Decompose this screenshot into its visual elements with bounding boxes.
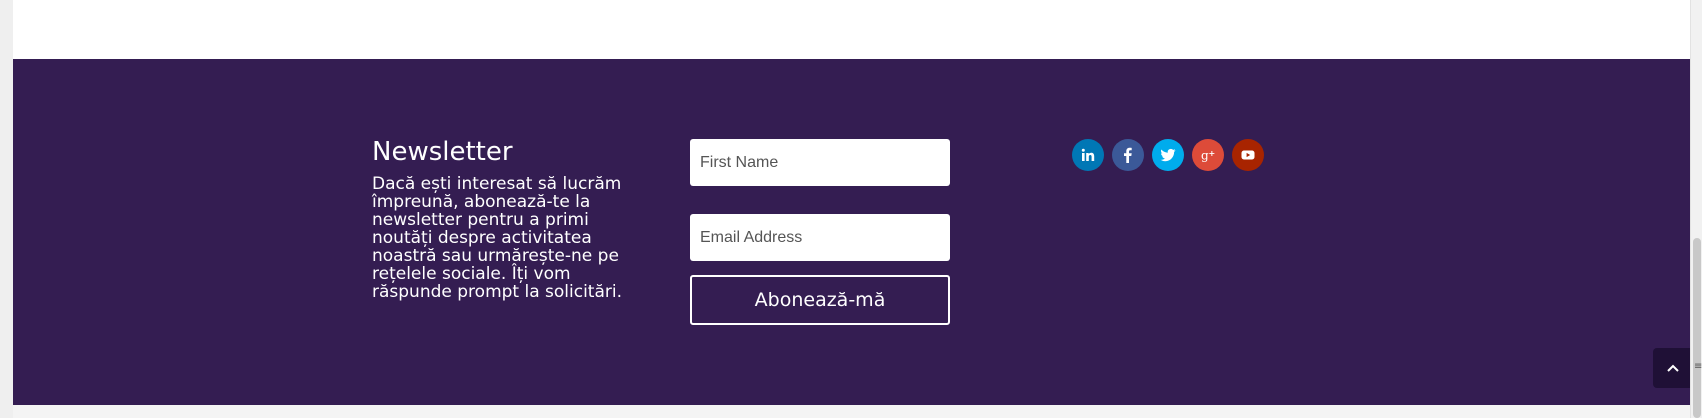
content-area [13,0,1690,59]
back-to-top-button[interactable] [1653,348,1693,388]
google-plus-icon[interactable]: g + [1192,139,1224,171]
page-scrollbar[interactable] [1690,0,1702,418]
svg-text:+: + [1209,149,1216,158]
left-gutter [0,0,13,418]
linkedin-icon[interactable] [1072,139,1104,171]
first-name-input[interactable] [690,139,950,186]
twitter-icon[interactable] [1152,139,1184,171]
newsletter-description: Dacă ești interesat să lucrăm împreună, … [372,174,623,302]
page: Newsletter Dacă ești interesat să lucrăm… [0,0,1702,418]
facebook-icon[interactable] [1112,139,1144,171]
bottom-strip [13,405,1690,418]
newsletter-title: Newsletter [372,137,513,167]
youtube-icon[interactable] [1232,139,1264,171]
scrollbar-thumb[interactable] [1693,238,1701,418]
email-input[interactable] [690,214,950,261]
subscribe-button[interactable]: Abonează-mă [690,275,950,325]
scrollbar-grip-icon: ≡ [1694,361,1702,372]
social-links: g + [1072,139,1264,171]
chevron-up-icon [1667,364,1679,372]
